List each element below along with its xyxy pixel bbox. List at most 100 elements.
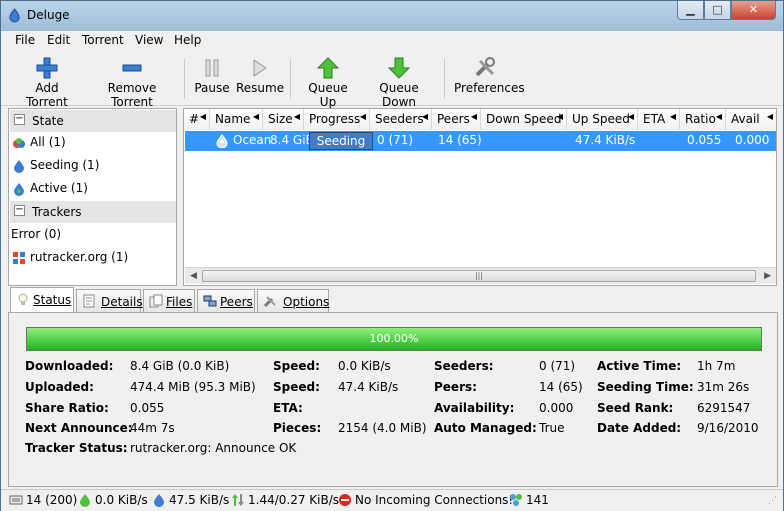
download-speed-status[interactable]: 0.0 KiB/s <box>78 493 148 507</box>
column-header-name[interactable]: Name ◀ <box>210 109 263 130</box>
tab-options[interactable]: Options <box>257 289 329 312</box>
sidebar-item-rutracker[interactable]: rutracker.org (1) <box>11 248 175 268</box>
sidebar-item-label: Error (0) <box>11 227 62 241</box>
active-time-label: Active Time: <box>597 359 682 373</box>
trackers-header[interactable]: − Trackers <box>10 201 176 223</box>
remove-torrent-button[interactable]: Remove Torrent <box>89 57 175 109</box>
title-bar[interactable]: Deluge ▁ □ ✕ <box>1 1 783 31</box>
column-header-up-speed[interactable]: Up Speed ◀ <box>567 109 638 130</box>
maximize-button[interactable]: □ <box>704 1 731 20</box>
close-button[interactable]: ✕ <box>731 1 776 20</box>
menu-file[interactable]: File <box>15 33 35 47</box>
sidebar-item-all[interactable]: All (1) <box>11 133 175 153</box>
column-header-eta[interactable]: ETA ◀ <box>638 109 680 130</box>
progress-text: 100.00% <box>369 332 419 345</box>
upload-icon <box>154 494 164 507</box>
active-time-value: 1h 7m <box>697 359 736 373</box>
date-added-label: Date Added: <box>597 421 682 435</box>
download-speed-label: Speed: <box>273 359 320 373</box>
resize-grip-icon[interactable]: ⋰ <box>768 496 780 508</box>
column-header-seeders[interactable]: Seeders ◀ <box>370 109 432 130</box>
incoming-connections-status[interactable]: No Incoming Connections! <box>338 493 513 507</box>
column-header-ratio[interactable]: Ratio ◀ <box>680 109 726 130</box>
network-icon <box>9 495 23 505</box>
uploaded-label: Uploaded: <box>25 380 94 394</box>
all-icon <box>13 138 25 148</box>
tab-files[interactable]: Files <box>143 289 195 312</box>
column-header-avail[interactable]: Avail ◀ <box>726 109 776 130</box>
download-icon <box>80 494 90 507</box>
pause-button[interactable]: Pause <box>194 57 230 95</box>
arrow-up-icon <box>316 57 340 79</box>
scrollbar-thumb[interactable]: ||| <box>202 270 756 282</box>
collapse-icon[interactable]: − <box>14 114 25 125</box>
queue-down-button[interactable]: Queue Down <box>363 57 435 109</box>
seed-rank-value: 6291547 <box>697 401 751 415</box>
tab-label: Files <box>166 295 193 309</box>
horizontal-scrollbar[interactable]: ◀ ||| ▶ <box>185 267 776 284</box>
menu-bar: File Edit Torrent View Help <box>1 31 783 51</box>
plus-icon <box>36 57 58 79</box>
protocol-traffic-status[interactable]: 1.44/0.27 KiB/s <box>231 493 339 507</box>
tab-status[interactable]: Status <box>10 287 74 313</box>
sidebar-item-seeding[interactable]: Seeding (1) <box>11 156 175 176</box>
seed-rank-label: Seed Rank: <box>597 401 674 415</box>
queue-up-label: Queue Up <box>308 81 348 109</box>
sidebar-item-label: rutracker.org (1) <box>30 250 129 264</box>
state-header[interactable]: − State <box>10 110 176 132</box>
scroll-left-icon[interactable]: ◀ <box>190 271 197 281</box>
column-header-down-speed[interactable]: Down Speed ◀ <box>481 109 567 130</box>
torrent-name: Ocean <box>233 133 272 147</box>
seeding-time-label: Seeding Time: <box>597 380 694 394</box>
scroll-right-icon[interactable]: ▶ <box>764 271 771 281</box>
menu-torrent[interactable]: Torrent <box>82 33 124 47</box>
collapse-icon[interactable]: − <box>14 205 25 216</box>
tab-label: Options <box>283 295 330 309</box>
column-header-size[interactable]: Size ◀ <box>263 109 304 130</box>
torrent-progress-bar: 100.00% <box>26 327 762 351</box>
tracker-status-value: rutracker.org: Announce OK <box>130 441 297 455</box>
date-added-value: 9/16/2010 <box>697 421 759 435</box>
tools-icon <box>263 296 276 308</box>
availability-label: Availability: <box>434 401 515 415</box>
menu-help[interactable]: Help <box>174 33 201 47</box>
torrent-ratio: 0.055 <box>687 133 722 147</box>
resume-button[interactable]: Resume <box>236 57 284 95</box>
sidebar-item-error[interactable]: Error (0) <box>11 225 175 245</box>
arrow-down-icon <box>387 57 411 79</box>
preferences-button[interactable]: Preferences <box>454 57 525 95</box>
downloaded-value: 8.4 GiB (0.0 KiB) <box>130 359 230 373</box>
torrent-progress: Seeding <box>309 132 373 150</box>
column-header-progress[interactable]: Progress ◀ <box>304 109 370 130</box>
active-icon <box>14 183 24 196</box>
minus-icon <box>122 64 142 72</box>
toolbar-separator <box>184 59 185 99</box>
torrent-up-speed: 47.4 KiB/s <box>575 133 636 147</box>
menu-view[interactable]: View <box>135 33 163 47</box>
add-torrent-button[interactable]: Add Torrent <box>14 57 80 109</box>
upload-speed-label: Speed: <box>273 380 320 394</box>
minimize-button[interactable]: ▁ <box>677 1 704 20</box>
seeding-icon <box>14 160 24 173</box>
queue-up-button[interactable]: Queue Up <box>300 57 356 109</box>
column-header-peers[interactable]: Peers ◀ <box>432 109 481 130</box>
sidebar-item-label: Active (1) <box>30 181 88 195</box>
torrent-list: # ◀ Name ◀ Size ◀ Progress ◀ Seeders ◀ Peers ◀… <box>183 108 777 286</box>
upload-speed-status[interactable]: 47.5 KiB/s <box>152 493 229 507</box>
sidebar-item-active[interactable]: Active (1) <box>11 179 175 199</box>
column-header-number[interactable]: # ◀ <box>184 109 210 130</box>
dht-status[interactable]: 141 <box>509 493 549 507</box>
connections-status[interactable]: 14 (200) <box>9 493 77 507</box>
pause-icon <box>205 59 219 77</box>
toolbar-separator <box>290 59 291 99</box>
share-ratio-value: 0.055 <box>130 401 165 415</box>
add-torrent-label: Add Torrent <box>26 81 68 109</box>
uploaded-value: 474.4 MiB (95.3 MiB) <box>130 380 256 394</box>
trackers-header-label: Trackers <box>32 205 82 219</box>
menu-edit[interactable]: Edit <box>47 33 70 47</box>
tab-peers[interactable]: Peers <box>197 289 255 312</box>
eta-label: ETA: <box>273 401 303 415</box>
tab-details[interactable]: Details <box>76 289 143 312</box>
table-row[interactable]: Ocean 8.4 GiB Seeding 0 (71) 14 (65) 47.… <box>185 131 776 151</box>
preferences-label: Preferences <box>454 81 525 95</box>
